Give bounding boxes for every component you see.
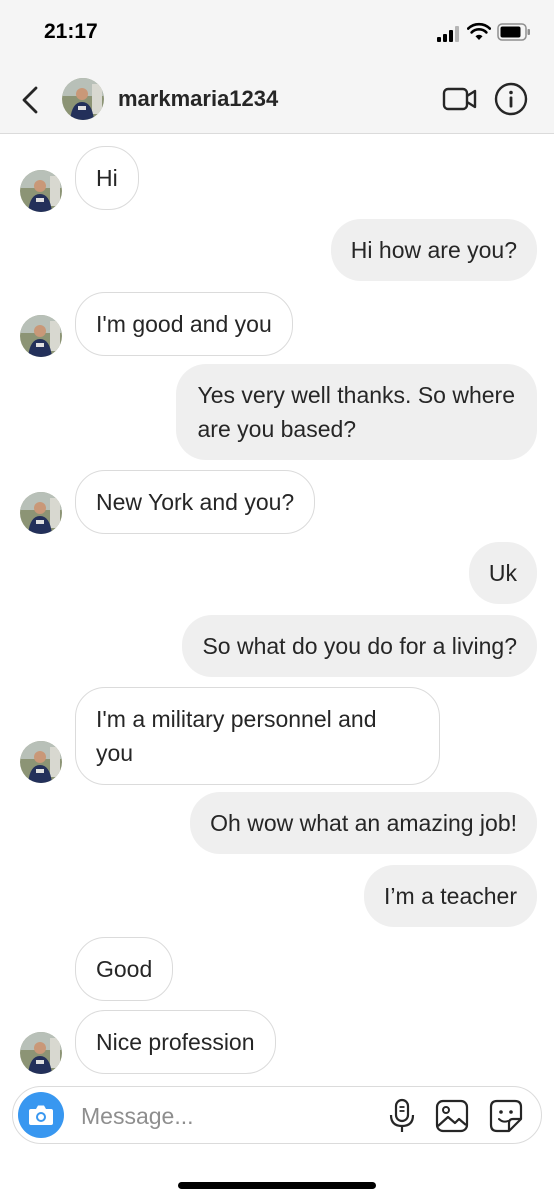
avatar[interactable] xyxy=(20,170,62,212)
message-text: I'm a military personnel and you xyxy=(96,706,377,766)
video-camera-icon[interactable] xyxy=(442,83,478,115)
avatar[interactable] xyxy=(20,1032,62,1074)
status-time: 21:17 xyxy=(44,20,98,43)
message-text: Oh wow what an amazing job! xyxy=(210,810,517,836)
chevron-left-icon[interactable] xyxy=(16,82,44,118)
message-text: I’m a teacher xyxy=(384,883,517,909)
battery-icon xyxy=(497,23,530,41)
message-text: Hi how are you? xyxy=(350,237,517,263)
message-outgoing[interactable]: Hi how are you? xyxy=(330,219,537,281)
microphone-icon[interactable] xyxy=(387,1098,417,1134)
avatar[interactable] xyxy=(20,492,62,534)
message-text: Uk xyxy=(488,560,517,586)
message-outgoing[interactable]: Yes very well thanks. So where are you b… xyxy=(175,364,537,460)
message-text: Good xyxy=(96,956,153,982)
message-outgoing[interactable]: Uk xyxy=(468,542,537,604)
message-text: Hi xyxy=(96,165,118,191)
camera-button[interactable] xyxy=(18,1092,64,1138)
sticker-icon[interactable] xyxy=(489,1099,523,1133)
message-incoming[interactable]: Good xyxy=(75,937,174,1001)
message-text: New York and you? xyxy=(96,489,295,515)
message-incoming[interactable]: New York and you? xyxy=(75,470,316,534)
chat-username[interactable]: markmaria1234 xyxy=(118,86,278,112)
message-outgoing[interactable]: Oh wow what an amazing job! xyxy=(190,792,537,854)
message-composer xyxy=(12,1086,542,1144)
message-incoming[interactable]: I'm good and you xyxy=(75,292,293,356)
message-incoming[interactable]: Nice profession xyxy=(75,1010,276,1074)
home-indicator xyxy=(178,1182,376,1189)
message-outgoing[interactable]: I’m a teacher xyxy=(364,865,537,927)
message-thread: Hi Hi how are you? I'm good and you Yes … xyxy=(0,135,554,1085)
message-text: So what do you do for a living? xyxy=(202,633,517,659)
message-input[interactable] xyxy=(81,1099,371,1133)
wifi-icon xyxy=(467,22,491,40)
avatar[interactable] xyxy=(20,741,62,783)
message-text: I'm good and you xyxy=(96,311,272,337)
image-icon[interactable] xyxy=(435,1099,469,1133)
avatar[interactable] xyxy=(62,78,104,120)
chat-header: markmaria1234 xyxy=(0,66,554,134)
avatar[interactable] xyxy=(20,315,62,357)
signal-icon xyxy=(437,26,461,42)
status-bar: 21:17 xyxy=(0,0,554,66)
camera-icon xyxy=(29,1105,53,1125)
message-text: Nice profession xyxy=(96,1029,255,1055)
message-incoming[interactable]: I'm a military personnel and you xyxy=(75,687,440,785)
info-icon[interactable] xyxy=(494,82,528,116)
message-incoming[interactable]: Hi xyxy=(75,146,139,210)
message-text: Yes very well thanks. So where are you b… xyxy=(197,382,515,442)
message-outgoing[interactable]: So what do you do for a living? xyxy=(182,615,537,677)
